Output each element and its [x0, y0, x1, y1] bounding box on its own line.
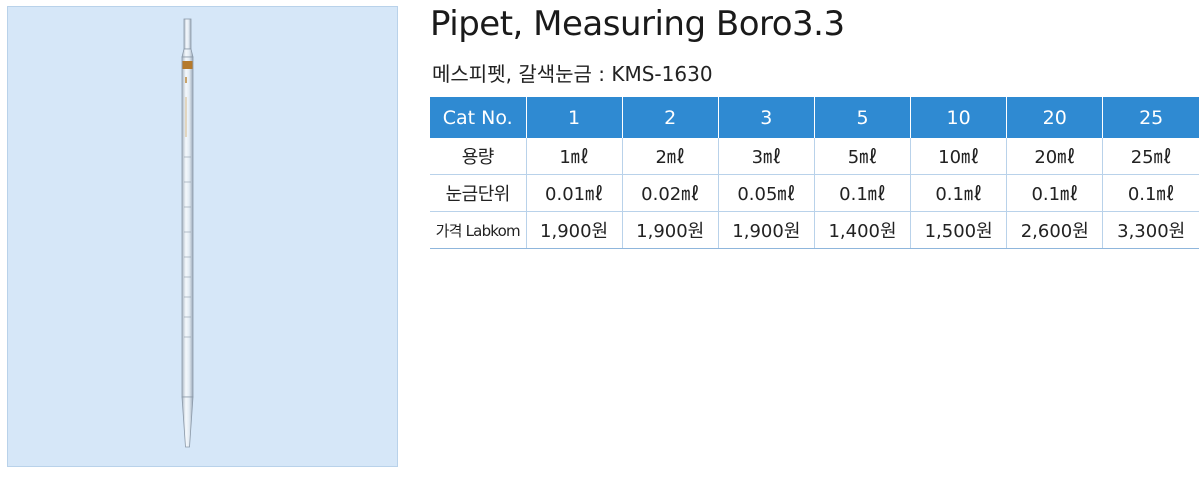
table-cell: 0.02㎖ — [621, 174, 719, 212]
header-cell: 10 — [910, 97, 1007, 138]
table-cell: 20㎖ — [1006, 138, 1103, 175]
table-cell: 0.1㎖ — [910, 174, 1007, 212]
table-cell: 0.05㎖ — [717, 174, 815, 212]
product-subtitle: 메스피펫, 갈색눈금 : KMS-1630 — [432, 62, 713, 86]
header-cell: 5 — [813, 97, 911, 138]
table-cell: 1,400원 — [813, 211, 911, 249]
table-cell: 0.01㎖ — [525, 174, 623, 212]
table-row-capacity: 용량 1㎖ 2㎖ 3㎖ 5㎖ 10㎖ 20㎖ 25㎖ — [430, 138, 1199, 175]
row-label: 눈금단위 — [430, 174, 526, 212]
table-cell: 1㎖ — [525, 138, 623, 175]
table-cell: 1,900원 — [717, 211, 815, 249]
table-cell: 0.1㎖ — [813, 174, 911, 212]
header-cell: 3 — [717, 97, 815, 138]
table-cell: 2,600원 — [1006, 211, 1103, 249]
table-header-row: Cat No. 1 2 3 5 10 20 25 — [430, 97, 1199, 138]
product-title: Pipet, Measuring Boro3.3 — [430, 4, 845, 44]
product-image-panel — [7, 6, 398, 467]
header-cat-no: Cat No. — [430, 97, 526, 138]
table-cell: 1,500원 — [910, 211, 1007, 249]
header-cell: 2 — [621, 97, 719, 138]
table-cell: 1,900원 — [525, 211, 623, 249]
table-cell: 1,900원 — [621, 211, 719, 249]
table-cell: 10㎖ — [910, 138, 1007, 175]
header-cell: 20 — [1006, 97, 1103, 138]
table-row-price: 가격 Labkom 1,900원 1,900원 1,900원 1,400원 1,… — [430, 211, 1199, 249]
header-cell: 25 — [1102, 97, 1199, 138]
table-cell: 2㎖ — [621, 138, 719, 175]
table-cell: 3㎖ — [717, 138, 815, 175]
table-cell: 0.1㎖ — [1006, 174, 1103, 212]
table-cell: 25㎖ — [1102, 138, 1199, 175]
table-row-graduation: 눈금단위 0.01㎖ 0.02㎖ 0.05㎖ 0.1㎖ 0.1㎖ 0.1㎖ 0.… — [430, 174, 1199, 212]
table-cell: 5㎖ — [813, 138, 911, 175]
pipet-image — [181, 18, 194, 448]
row-label: 가격 Labkom — [430, 211, 526, 249]
header-cell: 1 — [525, 97, 623, 138]
table-cell: 0.1㎖ — [1102, 174, 1199, 212]
table-cell: 3,300원 — [1102, 211, 1199, 249]
spec-table: Cat No. 1 2 3 5 10 20 25 용량 1㎖ 2㎖ 3㎖ 5㎖ … — [430, 97, 1199, 249]
row-label: 용량 — [430, 138, 526, 175]
